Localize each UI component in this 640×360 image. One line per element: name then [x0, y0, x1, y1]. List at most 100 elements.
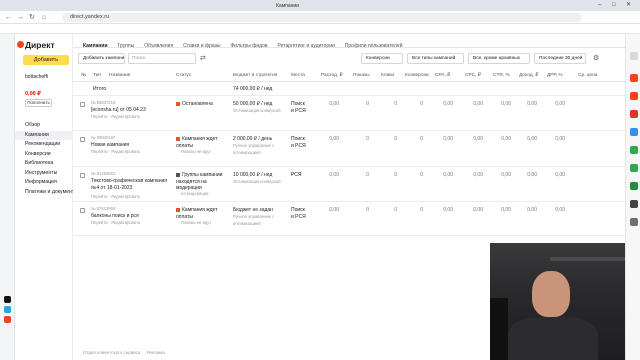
add-campaign-button[interactable]: Добавить кампанию	[78, 53, 125, 64]
search-input[interactable]: Поиск	[128, 53, 196, 64]
sidebar-app-icon[interactable]	[630, 164, 638, 172]
budget-strategy[interactable]: 50 000,00 ₽ / нед	[233, 101, 272, 108]
column-header[interactable]: Места	[291, 70, 305, 82]
tab-4[interactable]: Фильтры фидов	[231, 39, 268, 53]
column-header[interactable]: Конверсии	[405, 70, 429, 82]
budget-strategy[interactable]: Бюджет не задан	[233, 207, 273, 214]
column-header[interactable]: ДРР, %	[547, 70, 563, 82]
maximize-icon[interactable]: □	[612, 1, 616, 9]
reload-icon[interactable]: ↻	[29, 13, 35, 22]
row-checkbox[interactable]	[80, 102, 85, 107]
sidebar-app-icon[interactable]	[630, 110, 638, 118]
account-name[interactable]: bottacheffi	[25, 74, 48, 80]
metric-value: 0,00	[443, 101, 453, 107]
column-header[interactable]: Тип	[93, 70, 101, 82]
sidebar-item[interactable]: Инструменты	[15, 169, 73, 179]
column-header[interactable]: CTR, %	[493, 70, 510, 82]
sidebar-item[interactable]: Информация	[15, 178, 73, 188]
sidebar-item[interactable]: Обзор	[15, 121, 73, 131]
campaign-types-dropdown[interactable]: Все типы кампаний	[407, 53, 464, 64]
direct-sidebar: Директ Добавить bottacheffi 0,00 ₽ Попол…	[15, 34, 78, 360]
budget-strategy[interactable]: 10 000,00 ₽ / нед	[233, 172, 272, 179]
campaign-actions-link[interactable]: Перейти · Редактировать	[91, 114, 140, 121]
back-icon[interactable]: ←	[5, 13, 12, 22]
tab-0[interactable]: Кампании	[83, 39, 108, 54]
metric-value: 0,00	[473, 101, 483, 107]
campaign-name[interactable]: Текстово-графическая кампания №4 от 18-0…	[91, 178, 171, 191]
status-text: Остановлена	[182, 101, 213, 107]
sidebar-app-icon[interactable]	[630, 218, 638, 226]
tab-3[interactable]: Ставки и фразы	[183, 39, 220, 53]
sidebar-app-icon[interactable]	[630, 182, 638, 190]
column-header[interactable]: Доход, ₽	[519, 70, 538, 82]
campaign-status: Кампания ждет оплаты	[176, 136, 224, 149]
direct-logo[interactable]: Директ	[25, 40, 55, 50]
tab-2[interactable]: Объявления	[144, 39, 173, 53]
column-header[interactable]: CPA, ₽	[435, 70, 450, 82]
sidebar-app-icon[interactable]	[630, 92, 638, 100]
yandex-icon[interactable]	[4, 316, 11, 323]
campaign-actions-link[interactable]: Перейти · Редактировать	[91, 149, 140, 156]
tab-6[interactable]: Профили пользователей	[345, 39, 403, 53]
campaign-id: № 88840197	[91, 135, 116, 140]
sidebar-app-icon[interactable]	[630, 146, 638, 154]
sidebar-item[interactable]: Библиотека	[15, 159, 73, 169]
refill-button[interactable]: Пополнить	[25, 99, 52, 107]
url-field[interactable]: direct.yandex.ru	[62, 13, 582, 22]
campaign-id: № 87413959	[91, 206, 116, 211]
period-dropdown[interactable]: Последние 30 дней	[534, 53, 586, 64]
metric-value: 0,00	[443, 172, 453, 178]
table-row: № 91282862 Текстово-графическая кампания …	[73, 167, 625, 202]
support-link[interactable]: Отдел клиентского сервиса	[83, 350, 140, 355]
column-header[interactable]: Ср. цена	[578, 70, 597, 82]
campaign-name[interactable]: балконы поиск и рся	[91, 213, 171, 220]
add-button[interactable]: Добавить	[23, 55, 69, 65]
browser-tab[interactable]: Кампании	[276, 1, 299, 11]
browser-right-sidebar	[625, 34, 640, 360]
column-header[interactable]: №	[81, 70, 86, 82]
sidebar-item[interactable]: Конверсии	[15, 150, 73, 160]
budget-strategy[interactable]: 2 000,00 ₽ / день	[233, 136, 272, 143]
sidebar-app-icon[interactable]	[630, 128, 638, 136]
sidebar-app-icon[interactable]	[630, 200, 638, 208]
metric-value: 0,00	[555, 207, 565, 213]
forward-icon[interactable]: →	[17, 13, 24, 22]
tab-5[interactable]: Ретаргетинг и аудитории	[278, 39, 335, 53]
metric-value: 0,00	[501, 136, 511, 142]
conversions-dropdown[interactable]: Конверсии	[361, 53, 403, 64]
column-header[interactable]: Бюджет и стратегия	[233, 70, 277, 82]
sidebar-app-icon[interactable]	[630, 52, 638, 60]
tab-1[interactable]: Группы	[118, 39, 135, 53]
filter-icon[interactable]: ⇄	[200, 54, 206, 63]
close-window-icon[interactable]: ✕	[626, 1, 631, 9]
sidebar-app-icon[interactable]	[630, 74, 638, 82]
home-icon[interactable]: ⌂	[42, 13, 46, 22]
row-checkbox[interactable]	[80, 173, 85, 178]
metric-value: 0,00	[527, 207, 537, 213]
metric-value: 0	[394, 172, 397, 178]
column-header[interactable]: Расход, ₽	[321, 70, 343, 82]
sidebar-item[interactable]: Рекомендации	[15, 140, 73, 150]
row-checkbox[interactable]	[80, 208, 85, 213]
column-header[interactable]: Название	[109, 70, 130, 82]
row-checkbox[interactable]	[80, 137, 85, 142]
campaign-actions-link[interactable]: Перейти · Редактировать	[91, 220, 140, 227]
column-header[interactable]: Клики	[381, 70, 394, 82]
tiktok-icon[interactable]	[4, 296, 11, 303]
campaign-name[interactable]: [econsha.ru] от 05.04.23	[91, 107, 171, 114]
status-text: Группы кампании находятся на модерации	[176, 172, 223, 191]
sidebar-item[interactable]: Кампании	[15, 130, 73, 140]
column-header[interactable]: Показы	[353, 70, 370, 82]
sidebar-item[interactable]: Платежи и документы	[15, 188, 78, 198]
settings-gear-icon[interactable]: ⚙	[593, 54, 599, 63]
campaign-actions-link[interactable]: Перейти · Редактировать	[91, 194, 140, 201]
metric-value: 0,00	[473, 136, 483, 142]
minimize-icon[interactable]: –	[598, 1, 601, 9]
column-header[interactable]: CPC, ₽	[465, 70, 481, 82]
campaign-name[interactable]: Новая кампания	[91, 142, 171, 149]
column-header[interactable]: Статус	[176, 70, 191, 82]
campaign-status: Кампания ждет оплаты	[176, 207, 224, 220]
telegram-icon[interactable]	[4, 306, 11, 313]
archive-filter-dropdown[interactable]: Все, кроме архивных	[468, 53, 530, 64]
ads-link[interactable]: Реклама	[147, 350, 165, 355]
